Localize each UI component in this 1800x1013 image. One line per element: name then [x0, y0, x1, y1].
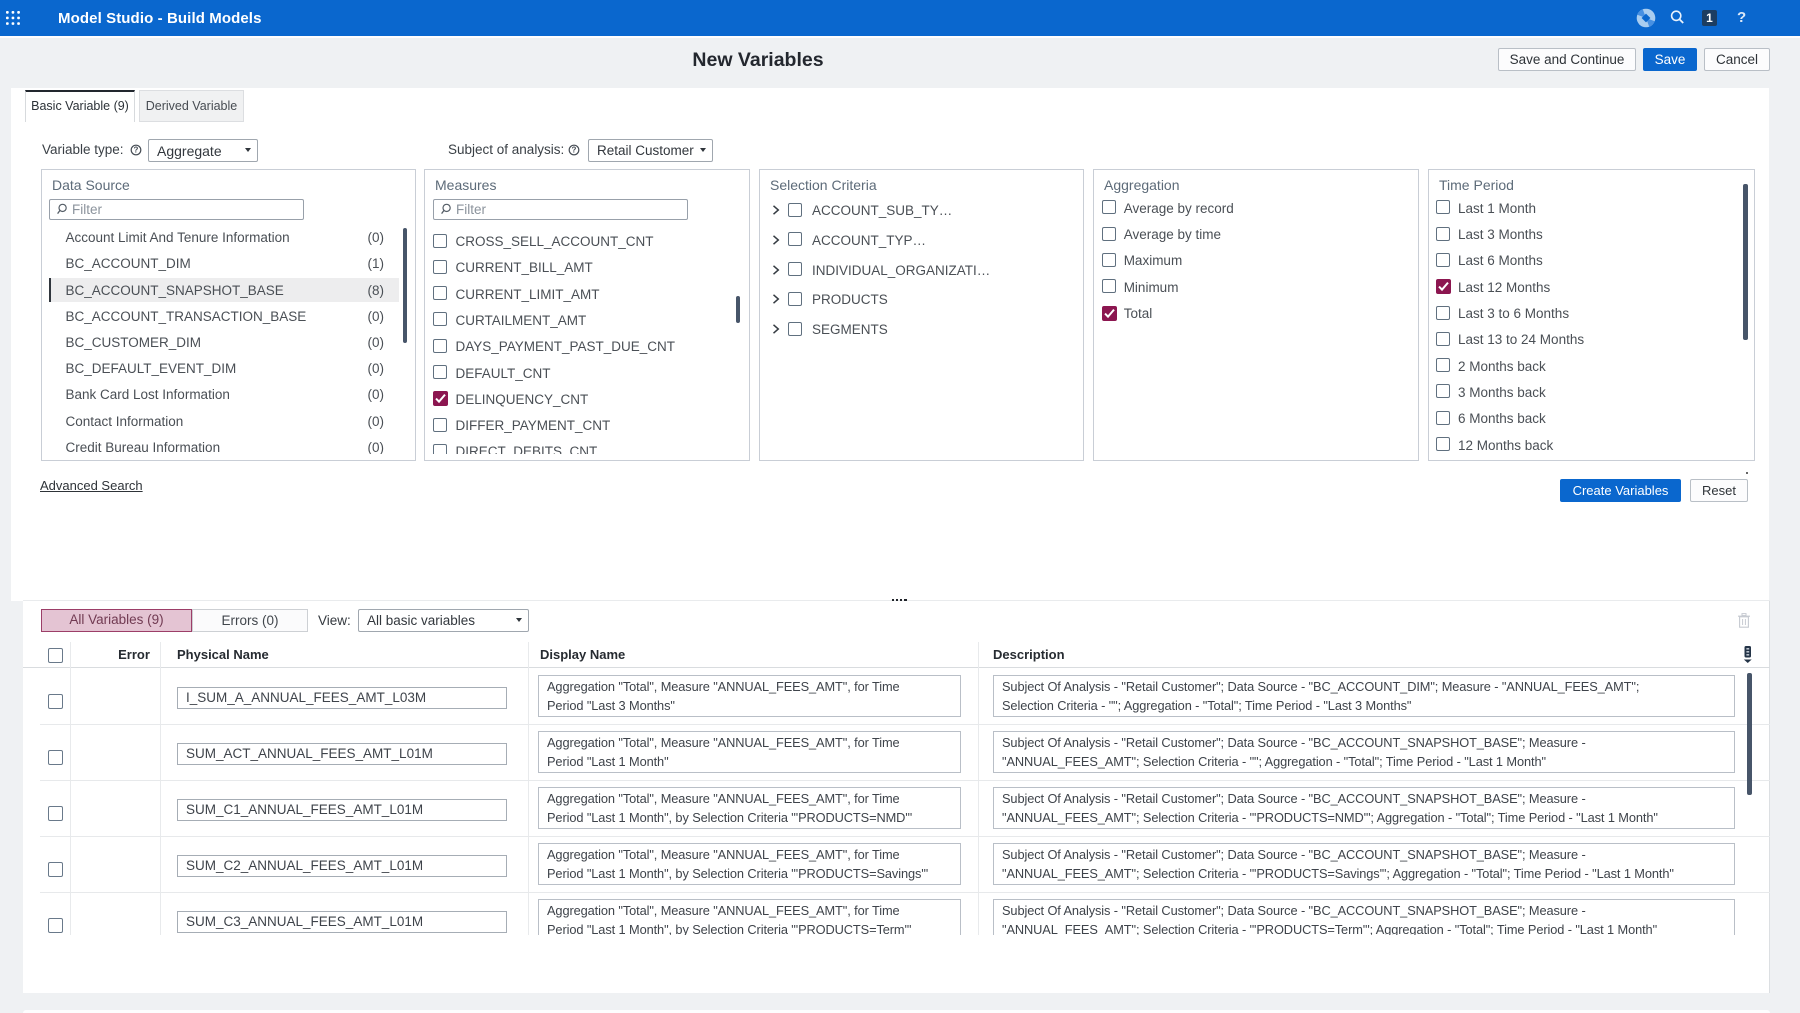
- svg-text:?: ?: [134, 146, 139, 155]
- svg-text:?: ?: [572, 146, 577, 155]
